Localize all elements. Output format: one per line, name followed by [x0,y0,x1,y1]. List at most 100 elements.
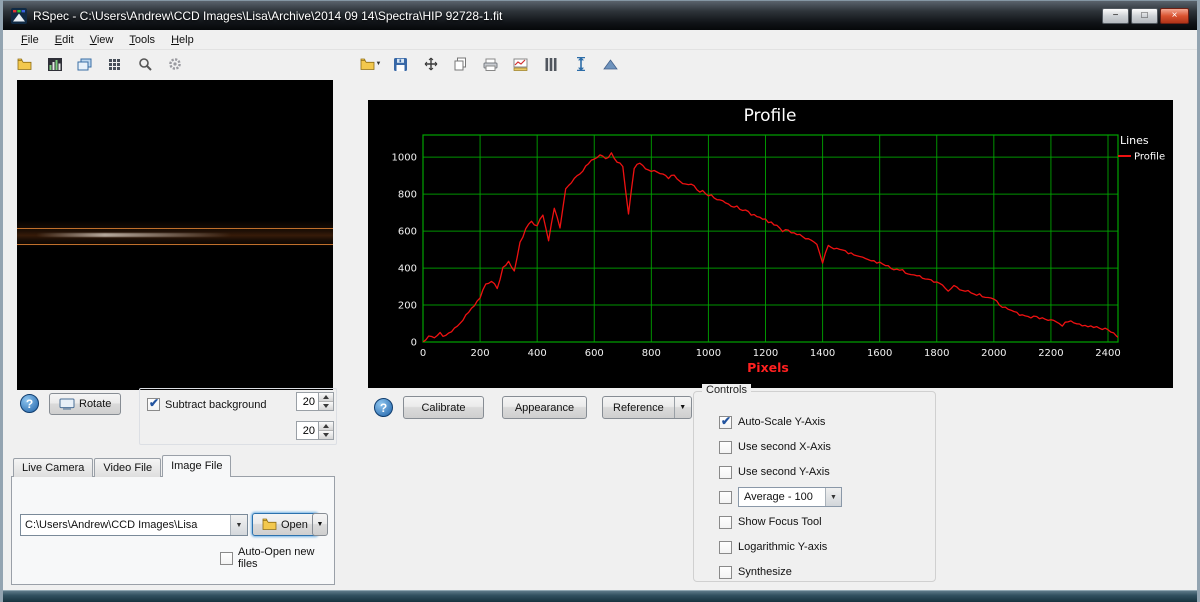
minimize-button[interactable]: − [1102,8,1129,24]
control-row-logarithmic-y-axis: Logarithmic Y-axis [719,538,927,556]
zoom-button[interactable] [133,53,156,76]
close-button[interactable]: × [1160,8,1189,24]
label-show-focus-tool: Show Focus Tool [738,516,822,528]
rotate-button[interactable]: Rotate [49,393,121,415]
spin-up-button[interactable] [319,422,333,431]
tab-video-file[interactable]: Video File [94,458,161,477]
checkbox-use-second-x-axis[interactable] [719,441,732,454]
x-tick-label: 200 [471,348,490,359]
auto-open-checkbox[interactable] [220,552,233,565]
window-bottom-frame [3,590,1197,602]
image-preview[interactable] [17,80,333,390]
label-logarithmic-y-axis: Logarithmic Y-axis [738,541,827,553]
crosshair-icon [424,57,438,71]
baseline-button[interactable] [599,53,622,76]
save-button[interactable] [389,53,412,76]
fit-vertical-icon [575,57,587,71]
profile-plot-svg[interactable]: 0200400600800100012001400160018002000220… [368,100,1173,388]
spin-up-icon [323,424,329,428]
x-tick-label: 1800 [924,348,949,359]
image-histogram-button[interactable] [43,53,66,76]
open-file-icon [17,58,32,71]
y-tick-label: 1000 [392,153,417,164]
tab-live-camera[interactable]: Live Camera [13,458,93,477]
combo-average-100[interactable]: Average - 100▼ [738,487,842,507]
control-row-synthesize: Synthesize [719,563,927,581]
copy-button[interactable] [449,53,472,76]
menu-help[interactable]: Help [163,32,202,48]
baseline-icon [603,58,618,70]
title-bar[interactable]: RSpec - C:\Users\Andrew\CCD Images\Lisa\… [3,0,1197,30]
open-options-button[interactable]: ▼ [312,513,328,536]
open-profile-button[interactable]: ▼ [359,53,382,76]
columns-button[interactable] [539,53,562,76]
subtract-background-checkbox[interactable] [147,398,160,411]
pixel-grid-icon [108,58,121,71]
spectrum-selection-line-bottom[interactable] [17,244,333,245]
menu-file[interactable]: File [13,32,47,48]
menu-view[interactable]: View [82,32,122,48]
control-row-use-second-y-axis: Use second Y-Axis [719,463,927,481]
crosshair-button[interactable] [419,53,442,76]
measure-button[interactable] [509,53,532,76]
spin-down-button[interactable] [319,431,333,440]
open-button[interactable]: Open [252,513,318,536]
appearance-button[interactable]: Appearance [502,396,587,419]
reference-label: Reference [603,397,674,418]
chevron-down-icon[interactable]: ▼ [674,397,691,418]
rspec-window: RSpec - C:\Users\Andrew\CCD Images\Lisa\… [0,0,1200,602]
print-button[interactable] [479,53,502,76]
control-row-show-focus-tool: Show Focus Tool [719,513,927,531]
y-tick-label: 800 [398,190,417,201]
copy-image-button[interactable] [73,53,96,76]
y-tick-label: 600 [398,227,417,238]
checkbox-logarithmic-y-axis[interactable] [719,541,732,554]
spectrum-selection-line-top[interactable] [17,228,333,229]
chevron-down-icon[interactable]: ▼ [825,488,841,506]
menu-edit[interactable]: Edit [47,32,82,48]
file-path-combobox[interactable]: C:\Users\Andrew\CCD Images\Lisa ▼ [20,514,248,536]
help-button-left[interactable]: ? [20,394,39,413]
open-profile-icon: ▼ [360,58,382,71]
x-tick-label: 1600 [867,348,892,359]
source-tab-strip: Live CameraVideo FileImage File [13,455,232,477]
pixel-grid-button[interactable] [103,53,126,76]
right-toolbar: ▼ [359,52,622,76]
minimize-icon: − [1113,10,1119,21]
rotate-label: Rotate [79,398,111,410]
checkbox-synthesize[interactable] [719,566,732,579]
controls-groupbox: Controls Auto-Scale Y-AxisUse second X-A… [693,391,936,582]
spin-down-icon [323,404,329,408]
calibrate-button[interactable]: Calibrate [403,396,484,419]
spin-down-button[interactable] [319,402,333,411]
columns-icon [545,58,557,71]
checkbox-show-focus-tool[interactable] [719,516,732,529]
checkbox-auto-scale-y-axis[interactable] [719,416,732,429]
settings-button[interactable] [163,53,186,76]
background-bottom-spin-buttons [319,421,334,440]
background-top-value[interactable] [296,392,319,411]
rotate-icon [59,398,75,410]
tab-image-file[interactable]: Image File [162,455,231,477]
image-file-panel: C:\Users\Andrew\CCD Images\Lisa ▼ Open ▼… [11,476,335,585]
chevron-down-icon[interactable]: ▼ [230,515,247,535]
auto-open-row[interactable]: Auto-Open new files [220,546,334,570]
fit-vertical-button[interactable] [569,53,592,76]
x-tick-label: 1400 [810,348,835,359]
background-bottom-value[interactable] [296,421,319,440]
chart-xlabel: Pixels [747,360,789,375]
spin-up-button[interactable] [319,393,333,402]
menu-tools[interactable]: Tools [121,32,163,48]
subtract-background-row[interactable]: Subtract background [147,398,267,411]
profile-chart[interactable]: 0200400600800100012001400160018002000220… [368,100,1173,388]
checkbox-use-second-y-axis[interactable] [719,466,732,479]
maximize-button[interactable]: □ [1131,8,1158,24]
help-button-right[interactable]: ? [374,398,393,417]
open-folder-icon [262,518,277,531]
control-row-use-second-x-axis: Use second X-Axis [719,438,927,456]
open-file-button[interactable] [13,53,36,76]
window-title: RSpec - C:\Users\Andrew\CCD Images\Lisa\… [33,9,1102,23]
x-tick-label: 2200 [1038,348,1063,359]
checkbox-average-100[interactable] [719,491,732,504]
reference-button[interactable]: Reference ▼ [602,396,692,419]
